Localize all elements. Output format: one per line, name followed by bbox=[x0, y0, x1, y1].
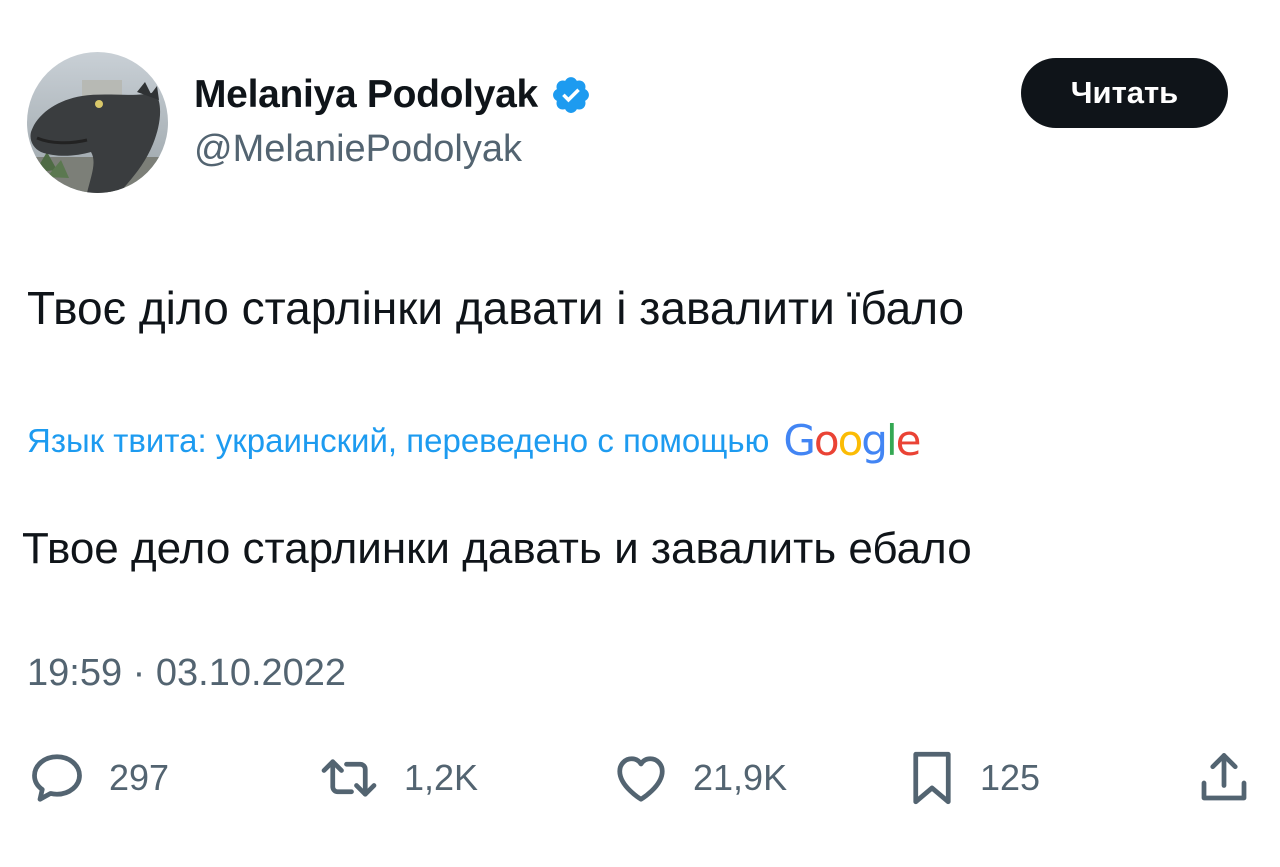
reply-button[interactable]: 297 bbox=[27, 748, 169, 808]
heart-icon bbox=[611, 748, 671, 808]
retweet-button[interactable]: 1,2K bbox=[316, 748, 478, 808]
google-logo: Google bbox=[783, 416, 921, 465]
speech-bubble-icon bbox=[27, 748, 87, 808]
author-display-name[interactable]: Melaniya Podolyak bbox=[194, 73, 538, 117]
reply-count: 297 bbox=[109, 757, 170, 798]
author-name-row: Melaniya Podolyak bbox=[194, 70, 592, 120]
share-button[interactable] bbox=[1196, 748, 1252, 808]
retweet-arrows-icon bbox=[316, 748, 382, 808]
share-upload-icon bbox=[1196, 748, 1252, 808]
like-button[interactable]: 21,9K bbox=[611, 748, 787, 808]
avatar-image bbox=[27, 52, 168, 193]
like-count: 21,9K bbox=[693, 757, 788, 798]
tweet-timestamp[interactable]: 19:59 · 03.10.2022 bbox=[27, 652, 346, 695]
bookmark-button[interactable]: 125 bbox=[906, 748, 1040, 808]
verified-badge-icon bbox=[550, 74, 592, 116]
author-handle[interactable]: @MelaniePodolyak bbox=[194, 128, 522, 171]
bookmark-icon bbox=[906, 748, 958, 808]
translation-label-link[interactable]: Язык твита: украинский, переведено с пом… bbox=[27, 422, 769, 460]
translated-tweet-text: Твое дело старлинки давать и завалить еб… bbox=[22, 524, 972, 573]
retweet-count: 1,2K bbox=[404, 757, 479, 798]
avatar[interactable] bbox=[27, 52, 168, 193]
translation-notice: Язык твита: украинский, переведено с пом… bbox=[27, 416, 921, 465]
tweet-text: Твоє діло старлінки давати і завалити їб… bbox=[27, 282, 965, 334]
bookmark-count: 125 bbox=[980, 757, 1041, 798]
follow-button[interactable]: Читать bbox=[1021, 58, 1228, 128]
